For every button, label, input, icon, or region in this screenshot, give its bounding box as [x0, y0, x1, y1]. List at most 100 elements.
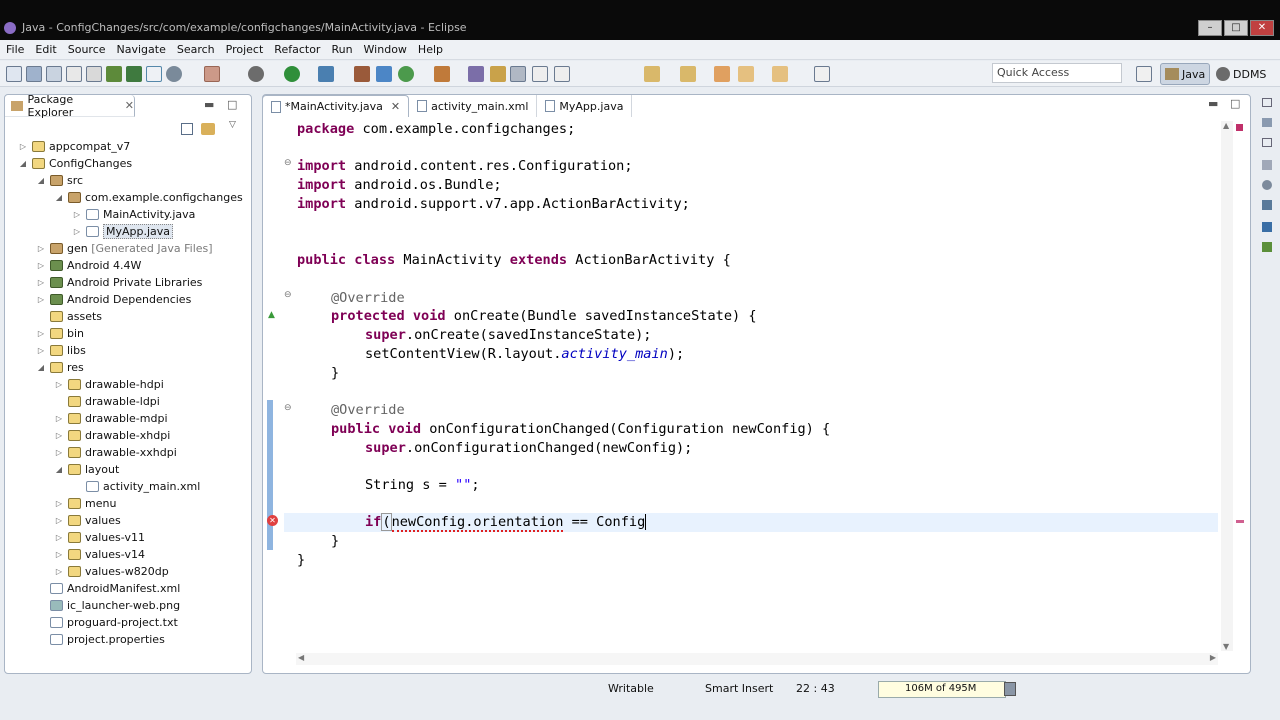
outline-icon[interactable]: [1262, 118, 1272, 127]
fold-icon[interactable]: ⊖: [284, 290, 292, 300]
external-tools-icon[interactable]: [354, 66, 370, 82]
editor-horizontal-scrollbar[interactable]: ◀ ▶: [296, 653, 1218, 665]
expand-icon[interactable]: ▷: [36, 261, 46, 270]
run-icon[interactable]: [284, 66, 300, 82]
debug-icon[interactable]: [248, 66, 264, 82]
tree-item-values-w820dp[interactable]: ▷ values-w820dp: [8, 563, 248, 580]
collapse-all-icon[interactable]: [181, 123, 193, 135]
tree-item-libs[interactable]: ▷ libs: [8, 342, 248, 359]
minimize-view-icon[interactable]: ▬: [204, 98, 214, 111]
scroll-down-icon[interactable]: ▼: [1223, 642, 1229, 651]
new-java-class-icon[interactable]: [398, 66, 414, 82]
editor-vertical-scrollbar[interactable]: ▲ ▼: [1221, 121, 1233, 651]
sdk-settings-icon[interactable]: [166, 66, 182, 82]
new-java-package-icon[interactable]: [376, 66, 392, 82]
lint-check-icon[interactable]: [146, 66, 162, 82]
expand-icon[interactable]: ▷: [54, 448, 64, 457]
tab-mainactivity[interactable]: *MainActivity.java ✕: [262, 95, 410, 117]
fold-icon[interactable]: ⊖: [284, 403, 292, 413]
close-view-icon[interactable]: ✕: [125, 99, 134, 112]
paragraph-icon[interactable]: [554, 66, 570, 82]
tree-item-package[interactable]: ◢ com.example.configchanges: [8, 189, 248, 206]
toggle-mark-occurrences-icon[interactable]: [490, 66, 506, 82]
print-icon[interactable]: [66, 66, 82, 82]
expand-icon[interactable]: ▷: [54, 380, 64, 389]
tree-item-mainactivity[interactable]: ▷ MainActivity.java: [8, 206, 248, 223]
minimize-button[interactable]: –: [1198, 20, 1222, 36]
tree-item-activity-main[interactable]: activity_main.xml: [8, 478, 248, 495]
quick-access-field[interactable]: Quick Access: [992, 63, 1122, 83]
scroll-up-icon[interactable]: ▲: [1223, 121, 1229, 130]
open-type-icon[interactable]: [434, 66, 450, 82]
view-menu-icon[interactable]: ▽: [229, 120, 236, 130]
pin-editor-icon[interactable]: [814, 66, 830, 82]
expand-icon[interactable]: ▷: [36, 278, 46, 287]
collapse-icon[interactable]: ◢: [54, 465, 64, 474]
new-android-project-icon[interactable]: [204, 66, 220, 82]
close-tab-icon[interactable]: ✕: [391, 100, 400, 113]
menu-help[interactable]: Help: [418, 43, 443, 56]
editor-maximize-icon[interactable]: □: [1230, 97, 1240, 110]
java-perspective-button[interactable]: Java: [1160, 63, 1211, 85]
tab-activity-main-xml[interactable]: activity_main.xml: [409, 95, 538, 117]
javadoc-icon[interactable]: [1262, 180, 1272, 190]
expand-icon[interactable]: ▷: [54, 567, 64, 576]
menu-source[interactable]: Source: [68, 43, 106, 56]
problems-icon[interactable]: [1262, 160, 1272, 170]
tree-item-layout[interactable]: ◢ layout: [8, 461, 248, 478]
tree-item-values-v14[interactable]: ▷ values-v14: [8, 546, 248, 563]
tree-item-menu[interactable]: ▷ menu: [8, 495, 248, 512]
maximize-button[interactable]: □: [1224, 20, 1248, 36]
restore-icon[interactable]: [1262, 98, 1272, 107]
close-button[interactable]: ✕: [1250, 20, 1274, 36]
tree-item-project-properties[interactable]: project.properties: [8, 631, 248, 648]
fold-icon[interactable]: ⊖: [284, 158, 292, 168]
menu-navigate[interactable]: Navigate: [117, 43, 166, 56]
tree-item-drawable-ldpi[interactable]: drawable-ldpi: [8, 393, 248, 410]
menu-run[interactable]: Run: [331, 43, 352, 56]
toggle-block-selection-icon[interactable]: [510, 66, 526, 82]
save-all-icon[interactable]: [46, 66, 62, 82]
tree-item-res[interactable]: ◢ res: [8, 359, 248, 376]
expand-icon[interactable]: ▷: [36, 346, 46, 355]
link-with-editor-icon[interactable]: [201, 123, 215, 135]
avd-manager-icon[interactable]: [126, 66, 142, 82]
tree-item-values-v11[interactable]: ▷ values-v11: [8, 529, 248, 546]
tree-item-manifest[interactable]: AndroidManifest.xml: [8, 580, 248, 597]
forward-icon[interactable]: [772, 66, 788, 82]
back-icon[interactable]: [738, 66, 754, 82]
expand-icon[interactable]: ▷: [54, 516, 64, 525]
save-icon[interactable]: [26, 66, 42, 82]
task-list-icon[interactable]: [1262, 138, 1272, 147]
expand-icon[interactable]: ▷: [72, 210, 82, 219]
overview-warning-marker[interactable]: [1236, 520, 1244, 523]
declaration-icon[interactable]: [1262, 200, 1272, 210]
expand-icon[interactable]: ▷: [36, 329, 46, 338]
search-icon[interactable]: [468, 66, 484, 82]
package-explorer-tab[interactable]: Package Explorer ✕: [5, 93, 135, 119]
expand-icon[interactable]: ▷: [36, 244, 46, 253]
scroll-left-icon[interactable]: ◀: [298, 653, 304, 662]
previous-annotation-icon[interactable]: [680, 66, 696, 82]
show-whitespace-icon[interactable]: [532, 66, 548, 82]
last-edit-location-icon[interactable]: [714, 66, 730, 82]
expand-icon[interactable]: ▷: [54, 550, 64, 559]
expand-icon[interactable]: ▷: [18, 142, 28, 151]
menu-refactor[interactable]: Refactor: [274, 43, 320, 56]
tree-item-myapp[interactable]: ▷ MyApp.java: [8, 223, 248, 240]
android-sdk-icon[interactable]: [106, 66, 122, 82]
overview-error-marker[interactable]: [1236, 124, 1243, 131]
collapse-icon[interactable]: ◢: [36, 363, 46, 372]
tree-item-assets[interactable]: assets: [8, 308, 248, 325]
menu-edit[interactable]: Edit: [35, 43, 56, 56]
menu-project[interactable]: Project: [226, 43, 264, 56]
tree-item-bin[interactable]: ▷ bin: [8, 325, 248, 342]
coverage-icon[interactable]: [318, 66, 334, 82]
tree-item-drawable-xxhdpi[interactable]: ▷ drawable-xxhdpi: [8, 444, 248, 461]
scroll-right-icon[interactable]: ▶: [1210, 653, 1216, 662]
new-icon[interactable]: [6, 66, 22, 82]
collapse-icon[interactable]: ◢: [36, 176, 46, 185]
menu-search[interactable]: Search: [177, 43, 215, 56]
tree-item-drawable-hdpi[interactable]: ▷ drawable-hdpi: [8, 376, 248, 393]
editor-minimize-icon[interactable]: ▬: [1208, 97, 1218, 110]
